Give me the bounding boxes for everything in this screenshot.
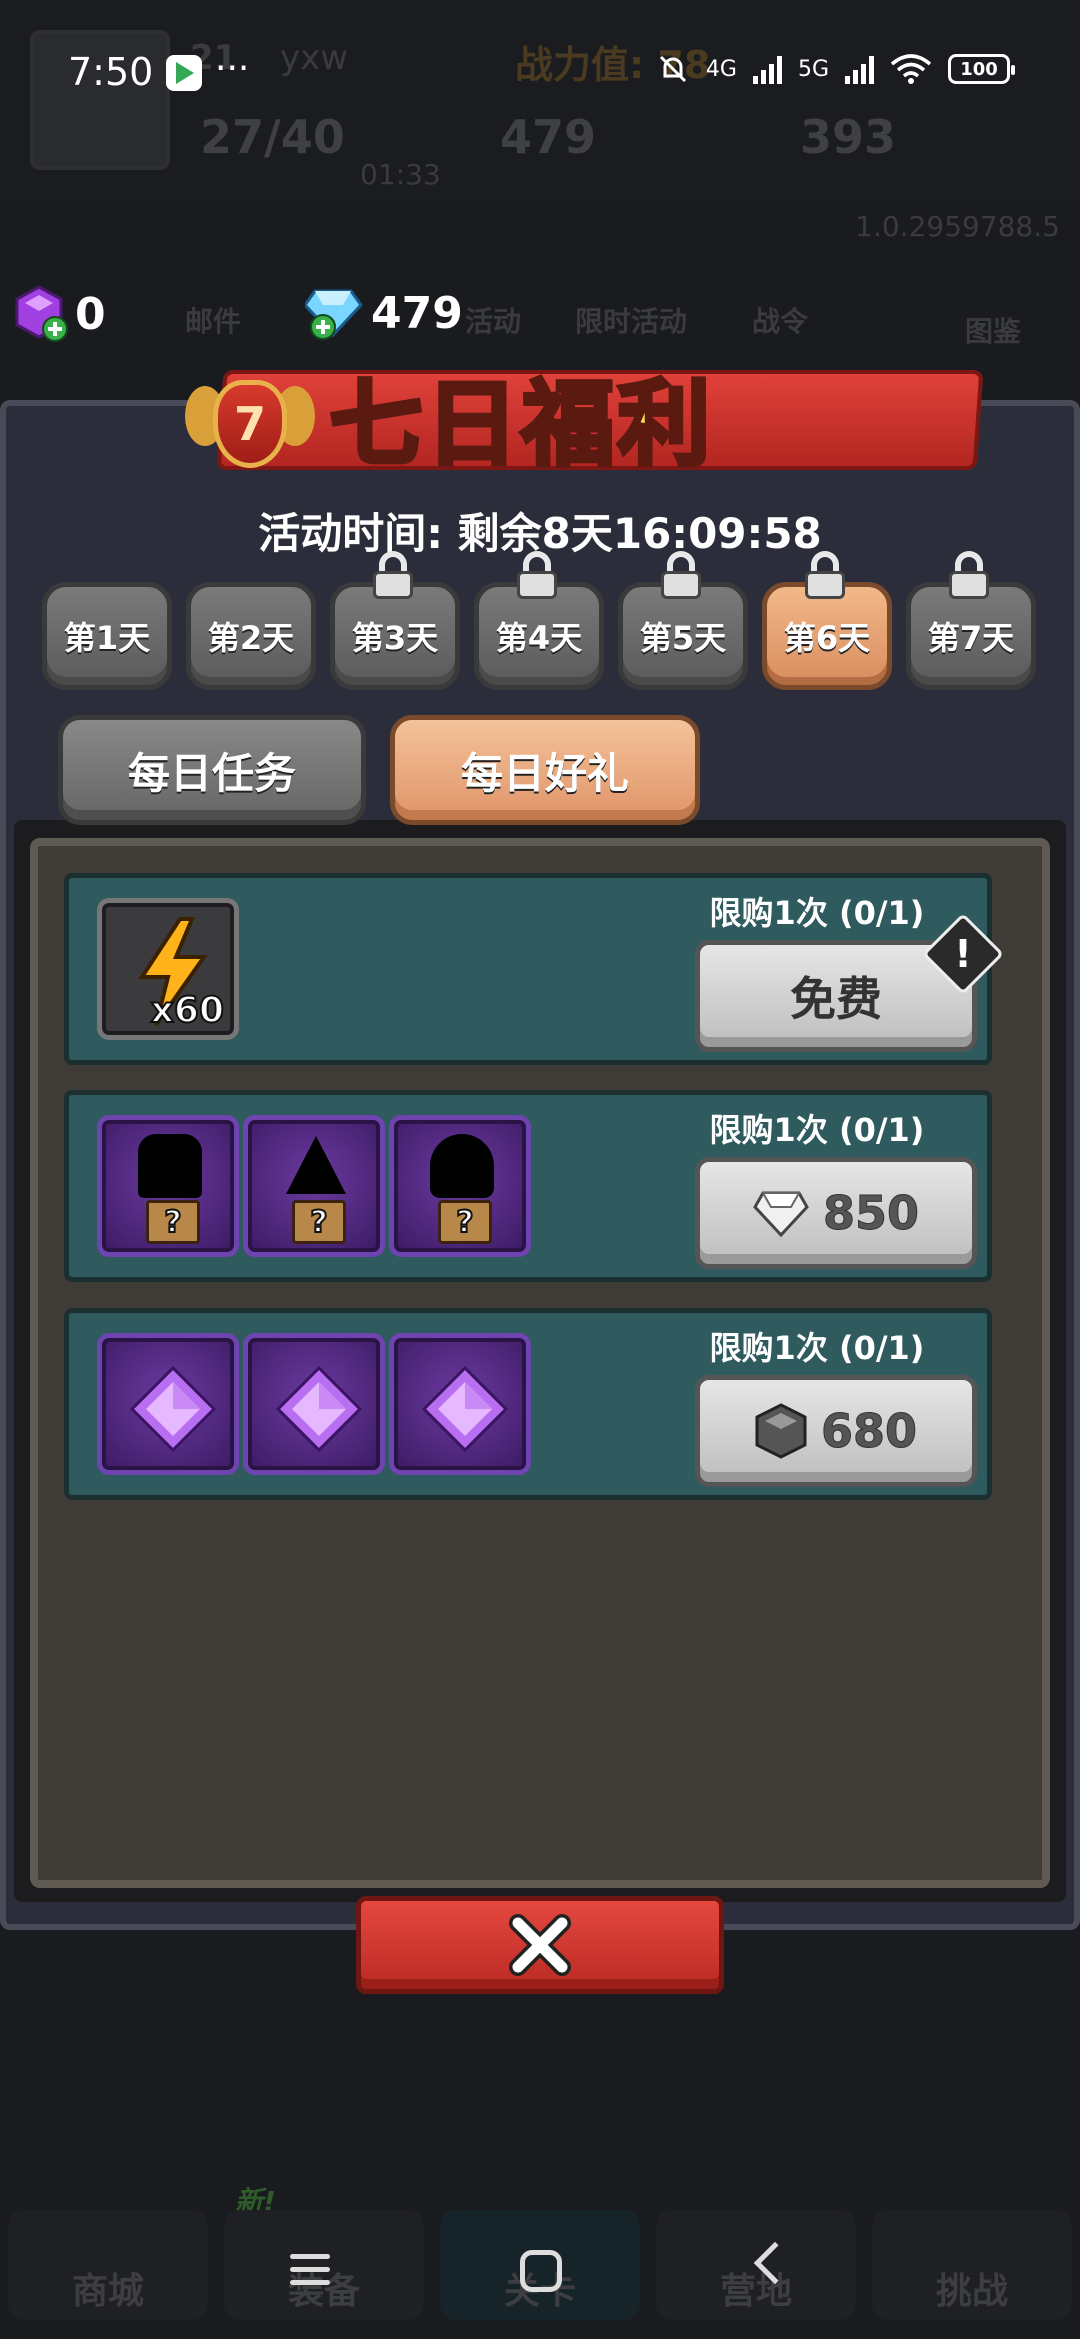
reward-row-free: x60 限购1次 (0/1) 免费 ! xyxy=(64,873,1005,1065)
home-icon[interactable] xyxy=(520,2250,562,2292)
buy-with-stone-button[interactable]: 680 xyxy=(695,1375,977,1487)
purple-gem-icon xyxy=(421,1365,509,1453)
energy-item[interactable]: x60 xyxy=(97,898,239,1040)
chest-icon: ? xyxy=(146,1200,200,1244)
gem-item[interactable] xyxy=(97,1333,239,1475)
back-icon[interactable] xyxy=(753,2241,797,2285)
more-notifications-icon: ··· xyxy=(215,48,250,89)
day-tab-label: 第1天 xyxy=(63,619,151,657)
tab-day-4[interactable]: 第4天 xyxy=(474,551,604,690)
mystery-hat-chest-icon xyxy=(286,1136,346,1194)
lock-icon xyxy=(515,551,559,599)
diamond-plus-icon xyxy=(305,289,363,340)
reward-row-stone: 限购1次 (0/1) 680 xyxy=(64,1308,992,1500)
signal-icon xyxy=(752,54,782,84)
day-tab-label: 第5天 xyxy=(639,619,727,657)
purple-gem-icon xyxy=(275,1365,363,1453)
event-title: 七日福利 xyxy=(327,369,715,481)
buy-with-diamond-button[interactable]: 850 xyxy=(695,1157,977,1269)
day-tab-label: 第7天 xyxy=(927,619,1015,657)
tab-day-1[interactable]: 第1天 xyxy=(42,582,172,690)
gem-item[interactable] xyxy=(389,1333,531,1475)
day-tab-label: 第4天 xyxy=(495,619,583,657)
battery-icon: 100 xyxy=(948,54,1015,84)
background-version: 1.0.2959788.5 xyxy=(855,210,1060,243)
tab-daily-tasks[interactable]: 每日任务 xyxy=(58,715,366,825)
lock-icon xyxy=(947,551,991,599)
reward-items: ? ? ? xyxy=(97,1115,531,1257)
background-codex-label: 图鉴 xyxy=(965,315,1022,348)
reward-row-diamond: ? ? ? 限购1次 (0/1) 850 xyxy=(64,1090,992,1282)
badge-shield-icon: 7 xyxy=(213,380,287,468)
free-claim-button[interactable]: 免费 ! xyxy=(695,912,1005,1052)
play-store-icon xyxy=(166,55,202,91)
purple-gem-counter[interactable]: 0 xyxy=(15,285,106,343)
status-bar: 7:50 ··· 4G 5G 100 xyxy=(0,0,1080,140)
price-label: 850 xyxy=(822,1186,920,1241)
lock-icon xyxy=(371,551,415,599)
reward-items xyxy=(97,1333,531,1475)
day-tabs: 第1天 第2天 第3天 第4天 第5天 第6天 第7天 xyxy=(42,551,1036,690)
stone-icon xyxy=(755,1403,807,1459)
purchase-limit: 限购1次 (0/1) xyxy=(709,894,925,932)
tab-day-5[interactable]: 第5天 xyxy=(618,551,748,690)
day-badge: 7 xyxy=(185,372,315,482)
close-icon xyxy=(509,1914,571,1976)
recents-icon[interactable] xyxy=(290,2254,332,2290)
status-icons: 4G 5G 100 xyxy=(656,52,1015,86)
seven-day-event-screen: 21 yxw 战力值: 78 27/40 01:33 479 393 1.0.2… xyxy=(0,0,1080,2339)
gem-item[interactable] xyxy=(243,1333,385,1475)
background-activity-label: 活动 xyxy=(465,305,522,338)
background-mail-label: 邮件 xyxy=(185,305,242,338)
purchase-limit: 限购1次 (0/1) xyxy=(709,1329,925,1367)
lock-icon xyxy=(659,551,703,599)
network-4g-label: 4G xyxy=(705,56,737,82)
lock-icon xyxy=(803,551,847,599)
price-label: 680 xyxy=(820,1404,918,1459)
diamond-icon xyxy=(753,1191,809,1237)
tab-day-2[interactable]: 第2天 xyxy=(186,582,316,690)
day-tab-label: 第6天 xyxy=(783,619,871,657)
chest-icon: ? xyxy=(438,1200,492,1244)
background-limited-label: 限时活动 xyxy=(575,305,688,338)
chest-icon: ? xyxy=(292,1200,346,1244)
network-5g-label: 5G xyxy=(797,56,829,82)
purchase-limit: 限购1次 (0/1) xyxy=(709,1111,925,1149)
diamond-counter[interactable]: 479 xyxy=(305,285,463,341)
diamond-amount: 479 xyxy=(371,287,463,339)
background-energy-timer: 01:33 xyxy=(360,158,441,191)
status-time: 7:50 xyxy=(68,50,154,94)
close-button[interactable] xyxy=(356,1896,724,1994)
reward-items: x60 xyxy=(97,898,239,1040)
system-navigation-bar xyxy=(0,2230,1080,2339)
item-quantity: x60 xyxy=(150,989,225,1032)
purple-gem-plus-icon xyxy=(15,285,68,342)
free-button-label: 免费 xyxy=(790,972,882,1026)
mystery-item[interactable]: ? xyxy=(389,1115,531,1257)
background-battlepass-label: 战令 xyxy=(752,305,809,338)
mystery-item[interactable]: ? xyxy=(97,1115,239,1257)
tab-day-6[interactable]: 第6天 xyxy=(762,551,892,690)
signal-icon-2 xyxy=(845,54,874,84)
day-tab-label: 第3天 xyxy=(351,619,439,657)
purple-gem-icon xyxy=(129,1365,217,1453)
tab-day-3[interactable]: 第3天 xyxy=(330,551,460,690)
mystery-helmet-chest-icon xyxy=(138,1134,202,1198)
tab-day-7[interactable]: 第7天 xyxy=(906,551,1036,690)
purple-gem-amount: 0 xyxy=(75,288,106,340)
day-tab-label: 第2天 xyxy=(207,619,295,657)
mystery-item[interactable]: ? xyxy=(243,1115,385,1257)
wifi-icon xyxy=(890,54,932,84)
bell-muted-icon xyxy=(659,55,686,83)
mystery-hood-chest-icon xyxy=(430,1134,494,1198)
tab-daily-gifts[interactable]: 每日好礼 xyxy=(390,715,700,825)
